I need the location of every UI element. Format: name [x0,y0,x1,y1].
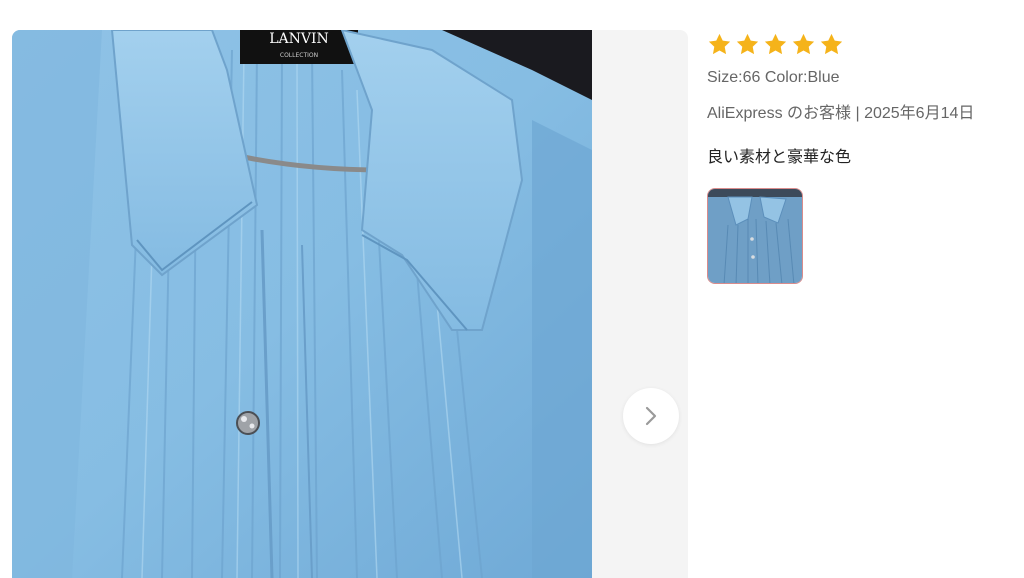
review-text: 良い素材と豪華な色 [707,147,852,166]
review-thumbnail[interactable] [707,188,803,284]
next-image-button[interactable] [623,388,679,444]
review-author-date: AliExpress のお客様 | 2025年6月14日 [707,105,975,122]
review-sku-info: Size:66 Color:Blue [707,69,840,86]
chevron-right-icon [645,406,657,426]
star-icon [708,33,731,54]
garment-label-subtext: COLLECTION [280,52,318,59]
star-rating [707,30,1017,58]
blouse-thumbnail-image [708,189,802,283]
star-icon [764,33,787,54]
garment-label-text: LANVIN [269,31,329,47]
star-icon [792,33,815,54]
review-details: Size:66 Color:Blue AliExpress のお客様 | 202… [707,30,1017,284]
review-main-photo: LANVIN COLLECTION [12,30,592,578]
star-icon [820,33,843,54]
review-image-gallery: LANVIN COLLECTION [12,30,688,578]
star-icon [736,33,759,54]
